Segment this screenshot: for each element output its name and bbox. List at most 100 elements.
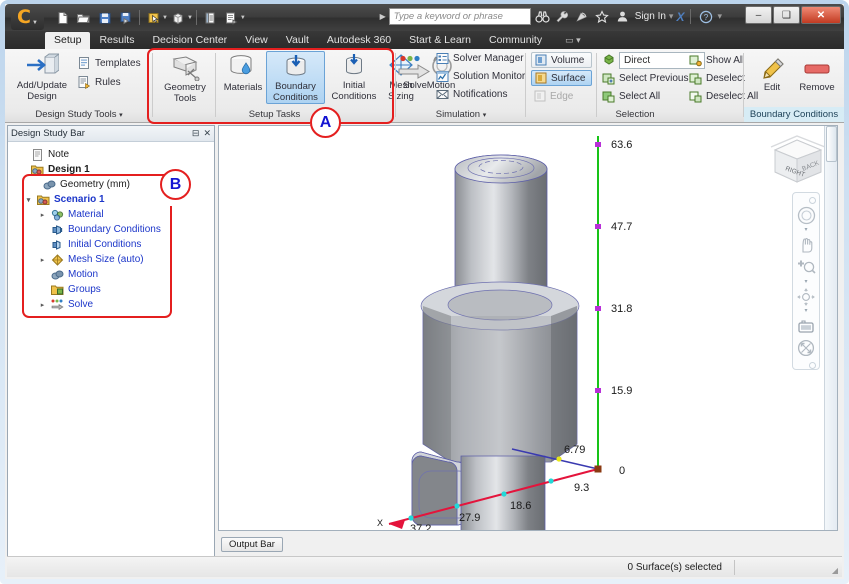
tab-view[interactable]: View	[236, 32, 277, 49]
tree-item-groups[interactable]: Groups	[14, 282, 214, 297]
application-menu-button[interactable]: C ▼	[11, 5, 44, 30]
design-study-tools-group-label[interactable]: Design Study Tools ▾	[5, 107, 153, 122]
chevron-down-icon[interactable]: ▾	[804, 308, 807, 314]
tree-item-label: Note	[48, 149, 70, 160]
tab-community[interactable]: Community	[480, 32, 551, 49]
chevron-down-icon[interactable]: ▼	[240, 15, 246, 21]
sign-in-link[interactable]: Sign In	[635, 11, 666, 22]
save-as-icon[interactable]	[115, 8, 136, 28]
chevron-down-icon[interactable]: ▼	[187, 15, 193, 21]
x-tick-label: 18.6	[510, 500, 531, 512]
look-icon[interactable]	[794, 315, 818, 336]
tree-item-mesh-size[interactable]: ▸ Mesh Size (auto)	[14, 252, 214, 267]
navbar-menu-dot-icon[interactable]	[809, 362, 816, 369]
user-icon[interactable]	[614, 8, 631, 25]
autodesk-c-logo-icon: C	[17, 6, 31, 28]
tab-vault[interactable]: Vault	[277, 32, 318, 49]
steering-wheel-icon[interactable]	[794, 205, 818, 226]
templates-button[interactable]: Templates	[77, 56, 141, 70]
satellite-icon[interactable]	[574, 8, 591, 25]
initial-conditions-button[interactable]: Initial Conditions	[327, 53, 381, 102]
fit-icon[interactable]	[794, 338, 818, 359]
chevron-down-icon[interactable]: ▾	[119, 112, 123, 119]
surface-button[interactable]: Surface	[531, 70, 592, 86]
wrench-icon[interactable]	[554, 8, 571, 25]
3d-viewport[interactable]: 63.6 47.7 31.8 15.9 0 6.79 9.3 18.6 27.9…	[218, 125, 838, 531]
edge-button[interactable]: Edge	[531, 88, 592, 104]
new-icon[interactable]	[52, 8, 73, 28]
notifications-button[interactable]: Notifications	[436, 88, 507, 101]
z-tick-label: 15.9	[611, 385, 632, 397]
solve-button[interactable]: Solve	[397, 55, 433, 92]
close-button[interactable]: ✕	[801, 6, 841, 24]
deselect-button[interactable]: Deselect	[689, 72, 745, 85]
chevron-down-icon[interactable]: ▾	[804, 279, 807, 285]
select-previous-button[interactable]: Select Previous	[602, 72, 688, 85]
ribbon-group-simulation: Solve Solver Manager Solution Monitor No…	[396, 49, 526, 123]
tree-item-motion[interactable]: Motion	[14, 267, 214, 282]
tab-decision-center[interactable]: Decision Center	[143, 32, 236, 49]
tree-expander-collapse[interactable]: ▾	[24, 196, 33, 204]
close-icon[interactable]: ✕	[203, 128, 211, 139]
tree-item-initial-conditions[interactable]: Initial Conditions	[14, 237, 214, 252]
tab-results[interactable]: Results	[90, 32, 143, 49]
zoom-icon[interactable]	[794, 257, 818, 278]
export-icon[interactable]	[221, 8, 242, 28]
tab-autodesk-360[interactable]: Autodesk 360	[318, 32, 400, 49]
tree-expander-expand[interactable]: ▸	[38, 301, 47, 309]
star-icon[interactable]	[594, 8, 611, 25]
tree-item-boundary-conditions[interactable]: Boundary Conditions	[14, 222, 214, 237]
x-axis-label: X	[377, 518, 383, 528]
tree-item-solve[interactable]: ▸ Solve	[14, 297, 214, 312]
orbit-icon[interactable]	[794, 286, 818, 307]
rules-button[interactable]: Rules	[77, 75, 121, 89]
output-bar-button[interactable]: Output Bar	[221, 537, 283, 552]
tree-item-material[interactable]: ▸ Material	[14, 207, 214, 222]
shape-icon[interactable]	[168, 8, 189, 28]
view-cube[interactable]: RIGHT BACK	[767, 130, 829, 188]
chevron-down-icon[interactable]: ▾	[717, 11, 722, 22]
binoculars-icon[interactable]	[534, 8, 551, 25]
show-all-button[interactable]: Show All	[689, 54, 744, 67]
tree-expander-expand[interactable]: ▸	[38, 256, 47, 264]
chevron-down-icon[interactable]: ▾	[669, 11, 674, 22]
chevron-down-icon[interactable]: ▾	[804, 227, 807, 233]
boundary-conditions-button[interactable]: Boundary Conditions	[266, 51, 325, 104]
report-icon[interactable]	[200, 8, 221, 28]
setup-tasks-group-label: Setup Tasks	[248, 109, 301, 120]
maximize-button[interactable]: ❑	[773, 6, 800, 24]
navbar-menu-dot-icon[interactable]	[809, 197, 816, 204]
volume-button[interactable]: Volume	[531, 52, 592, 68]
exchange-icon[interactable]: X	[676, 10, 684, 24]
tree-expander-expand[interactable]: ▸	[38, 211, 47, 219]
help-icon[interactable]: ?	[697, 8, 714, 25]
search-input[interactable]: Type a keyword or phrase	[388, 8, 531, 25]
minimize-button[interactable]: –	[745, 6, 772, 24]
geometry-tools-button[interactable]: Geometry Tools	[159, 53, 211, 104]
materials-button[interactable]: Materials	[221, 53, 265, 94]
pan-icon[interactable]	[794, 234, 818, 255]
edge-icon	[534, 90, 546, 102]
scrollbar-thumb[interactable]	[826, 126, 837, 162]
model-canvas[interactable]: 63.6 47.7 31.8 15.9 0 6.79 9.3 18.6 27.9…	[219, 126, 825, 530]
open-icon[interactable]	[73, 8, 94, 28]
solution-monitor-button[interactable]: Solution Monitor	[436, 70, 525, 83]
float-icon[interactable]: ⊟	[192, 128, 200, 139]
tab-start-and-learn[interactable]: Start & Learn	[400, 32, 480, 49]
simulation-group-label[interactable]: Simulation ▾	[396, 107, 526, 122]
save-icon[interactable]	[94, 8, 115, 28]
camera-icon[interactable]: ▭ ▾	[565, 35, 581, 46]
edit-button[interactable]: Edit	[752, 57, 792, 94]
add-update-design-button[interactable]: Add/Update Design	[13, 53, 71, 102]
chevron-down-icon[interactable]: ▾	[483, 112, 487, 119]
resize-grip-icon[interactable]: ◢	[832, 566, 838, 575]
chevron-right-icon[interactable]: ▶	[380, 12, 386, 21]
tree-item-note[interactable]: Note	[14, 147, 214, 162]
remove-button[interactable]: Remove	[794, 57, 840, 94]
design-study-bar-header: Design Study Bar ⊟ ✕	[8, 126, 214, 142]
tab-setup[interactable]: Setup	[45, 31, 91, 49]
viewport-scrollbar[interactable]	[824, 126, 837, 530]
select-all-button[interactable]: Select All	[602, 90, 660, 103]
select-icon[interactable]	[143, 8, 164, 28]
solver-manager-button[interactable]: Solver Manager	[436, 52, 524, 65]
